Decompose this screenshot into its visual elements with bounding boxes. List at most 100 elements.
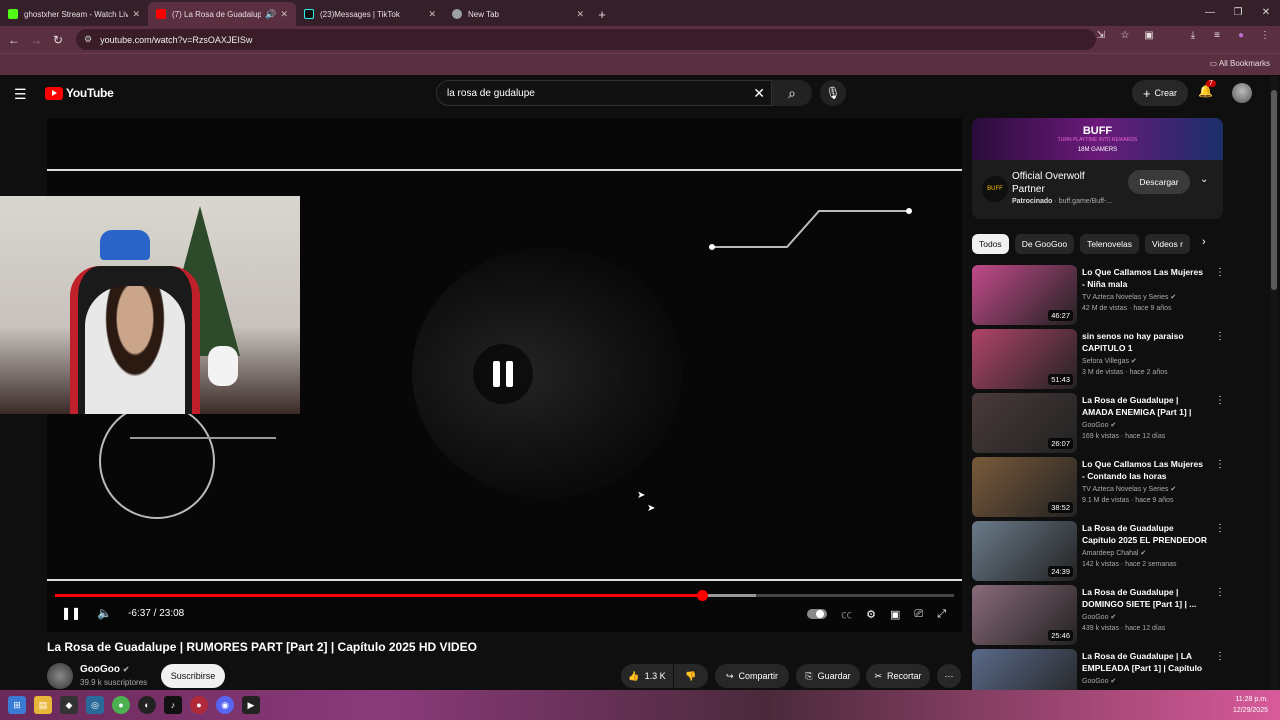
recommendation-title[interactable]: Lo Que Callamos Las Mujeres - Niña mala (1082, 266, 1208, 290)
chip-googoo[interactable]: De GooGoo (1014, 234, 1075, 254)
recommendation-item[interactable]: 51:43 sin senos no hay paraiso CAPITULO 1… (972, 329, 1225, 389)
close-icon[interactable]: ✕ (576, 9, 584, 20)
video-thumbnail[interactable]: 25:46 (972, 585, 1077, 645)
fullscreen-icon[interactable]: ⤢ (937, 608, 946, 621)
install-icon[interactable]: ⇲ (1094, 30, 1108, 41)
video-thumbnail[interactable]: 46:27 (972, 265, 1077, 325)
recommendation-channel[interactable]: Amardeep Chahal ✔ (1082, 549, 1146, 557)
chrome-icon[interactable]: ● (112, 696, 130, 714)
notifications-button[interactable]: 🔔 7 (1198, 80, 1216, 98)
pause-icon[interactable]: ❚❚ (61, 606, 81, 620)
recommendation-title[interactable]: sin senos no hay paraiso CAPITULO 1 (1082, 330, 1208, 354)
subscribe-button[interactable]: Suscribirse (161, 664, 225, 688)
more-options-icon[interactable]: ⋮ (1215, 523, 1225, 534)
chip-todos[interactable]: Todos (972, 234, 1009, 254)
save-button[interactable]: ⎘ Guardar (796, 664, 860, 688)
tiktok-icon[interactable]: ♪ (164, 696, 182, 714)
dislike-button[interactable]: 👎 (674, 664, 708, 688)
video-thumbnail[interactable]: 51:43 (972, 329, 1077, 389)
reload-icon[interactable]: ↻ (47, 29, 69, 51)
app-icon[interactable]: ◐ (138, 696, 156, 714)
create-button[interactable]: + Crear (1132, 80, 1188, 106)
chevron-right-icon[interactable]: › (1202, 236, 1206, 248)
recommendation-item[interactable]: La Rosa de Guadalupe | LA EMPLEADA [Part… (972, 649, 1223, 690)
clear-search-icon[interactable]: ✕ (753, 85, 765, 102)
account-avatar[interactable] (1232, 83, 1252, 103)
recommendation-channel[interactable]: TV Azteca Novelas y Series ✔ (1082, 485, 1176, 493)
recommendation-title[interactable]: Lo Que Callamos Las Mujeres - Contando l… (1082, 458, 1208, 482)
miniplayer-icon[interactable]: ▣ (890, 608, 900, 621)
video-thumbnail[interactable]: 38:52 (972, 457, 1077, 517)
recommendation-item[interactable]: 46:27 Lo Que Callamos Las Mujeres - Niña … (972, 265, 1225, 325)
browser-tab-tiktok[interactable]: (23)Messages | TikTok ✕ (296, 2, 444, 26)
ad-banner[interactable]: BUFF TURN PLAYTIME INTO REWARDS 18M GAME… (972, 118, 1223, 160)
menu-icon[interactable]: ☰ (14, 86, 27, 103)
minimize-icon[interactable]: — (1196, 0, 1224, 24)
close-window-icon[interactable]: ✕ (1252, 0, 1280, 24)
like-button[interactable]: 👍 1.3 K (621, 664, 673, 688)
browser-tab-youtube[interactable]: (7) La Rosa de Guadalupe | 🔊 ✕ (148, 2, 296, 26)
speaker-icon[interactable]: 🔊 (265, 9, 276, 20)
recommendation-title[interactable]: La Rosa de Guadalupe | DOMINGO SIETE [Pa… (1082, 586, 1208, 610)
obs-icon[interactable]: ● (190, 696, 208, 714)
all-bookmarks[interactable]: ▭ All Bookmarks (1210, 59, 1270, 68)
close-icon[interactable]: ✕ (132, 9, 140, 20)
recommendation-channel[interactable]: TV Azteca Novelas y Series ✔ (1082, 293, 1176, 301)
chevron-down-icon[interactable]: ⌄ (1200, 174, 1208, 185)
recommendation-channel[interactable]: GooGoo ✔ (1082, 677, 1116, 685)
recommendation-item[interactable]: 26:07 La Rosa de Guadalupe | AMADA ENEMIG… (972, 393, 1225, 453)
page-scrollbar[interactable] (1270, 76, 1278, 690)
recommendation-item[interactable]: 24:39 La Rosa de Guadalupe Capítulo 2025 … (972, 521, 1225, 581)
ad-title[interactable]: Official Overwolf Partner (1012, 170, 1102, 196)
profile-icon[interactable]: ● (1234, 30, 1248, 41)
video-thumbnail[interactable]: 26:07 (972, 393, 1077, 453)
search-button[interactable]: ⌕ (772, 80, 812, 106)
menu-icon[interactable]: ⋮ (1258, 30, 1272, 41)
chip-videos[interactable]: Videos r (1144, 234, 1190, 254)
subtitles-icon[interactable]: ㏄ (841, 606, 852, 622)
url-bar[interactable]: ⚙ youtube.com/watch?v=RzsOAXJEISw (76, 29, 1096, 50)
sidepanel-icon[interactable]: ▣ (1142, 30, 1156, 41)
voice-search-button[interactable]: 🎙 (820, 80, 846, 106)
app-icon[interactable]: ◎ (86, 696, 104, 714)
volume-icon[interactable]: 🔈 (97, 606, 112, 620)
back-icon[interactable]: ← (3, 29, 25, 51)
recommendation-channel[interactable]: GooGoo ✔ (1082, 421, 1116, 429)
download-icon[interactable]: ⤓ (1186, 30, 1200, 41)
scrollbar-thumb[interactable] (1271, 90, 1277, 290)
more-actions-button[interactable]: ⋯ (937, 664, 961, 688)
more-options-icon[interactable]: ⋮ (1215, 587, 1225, 598)
extensions-icon[interactable]: ≡ (1210, 30, 1224, 41)
recommendation-item[interactable]: 38:52 Lo Que Callamos Las Mujeres - Conta… (972, 457, 1225, 517)
recommendation-title[interactable]: La Rosa de Guadalupe | AMADA ENEMIGA [Pa… (1082, 394, 1208, 418)
chip-telenovelas[interactable]: Telenovelas (1080, 234, 1139, 254)
app-icon[interactable]: ▶ (242, 696, 260, 714)
ad-download-button[interactable]: Descargar (1128, 170, 1190, 194)
channel-name[interactable]: GooGoo ✔ (80, 664, 129, 675)
video-thumbnail[interactable] (972, 649, 1077, 690)
browser-tab-new[interactable]: New Tab ✕ (444, 2, 592, 26)
new-tab-button[interactable]: + (592, 2, 612, 26)
autoplay-toggle[interactable] (807, 609, 828, 619)
maximize-icon[interactable]: ❐ (1224, 0, 1252, 24)
share-button[interactable]: ↪ Compartir (715, 664, 789, 688)
site-info-icon[interactable]: ⚙ (84, 34, 92, 45)
close-icon[interactable]: ✕ (428, 9, 436, 20)
recommendation-item[interactable]: 25:46 La Rosa de Guadalupe | DOMINGO SIET… (972, 585, 1225, 645)
discord-icon[interactable]: ◉ (216, 696, 234, 714)
cast-icon[interactable]: ⎚ (914, 608, 923, 621)
browser-tab-kick[interactable]: ghostxher Stream - Watch Live ✕ (0, 2, 148, 26)
video-thumbnail[interactable]: 24:39 (972, 521, 1077, 581)
app-icon[interactable]: ◆ (60, 696, 78, 714)
pause-overlay-icon[interactable] (473, 344, 533, 404)
channel-avatar[interactable] (47, 663, 73, 689)
forward-icon[interactable]: → (25, 29, 47, 51)
progress-bar[interactable] (55, 590, 954, 601)
more-options-icon[interactable]: ⋮ (1215, 331, 1225, 342)
windows-start-icon[interactable]: ⊞ (8, 696, 26, 714)
clip-button[interactable]: ✂ Recortar (866, 664, 930, 688)
file-explorer-icon[interactable]: ▤ (34, 696, 52, 714)
bookmark-star-icon[interactable]: ☆ (1118, 30, 1132, 41)
more-options-icon[interactable]: ⋮ (1215, 395, 1225, 406)
recommendation-channel[interactable]: Sefora Villegas ✔ (1082, 357, 1137, 365)
